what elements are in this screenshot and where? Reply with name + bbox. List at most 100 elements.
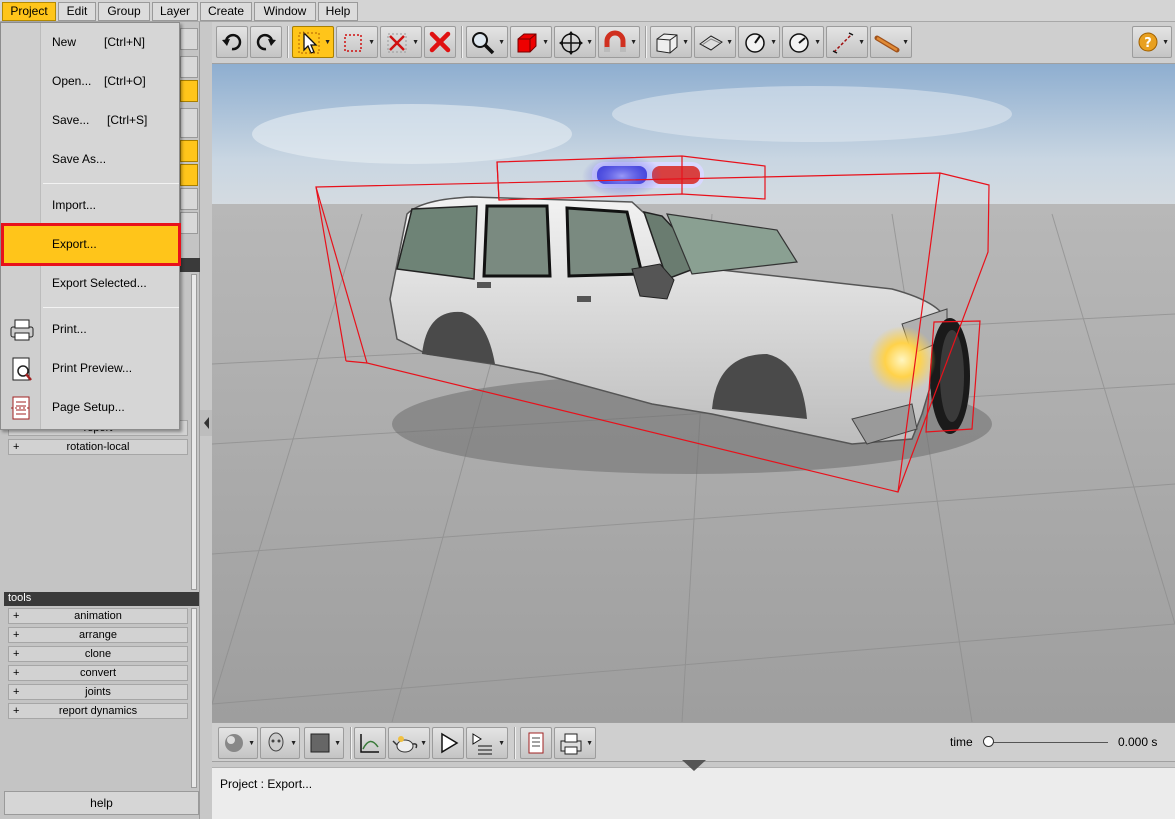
expand-icon: + — [13, 705, 20, 717]
menu-item-import[interactable]: Import... — [1, 186, 179, 225]
help-button[interactable]: help — [4, 791, 199, 815]
menu-item-label: Open... — [52, 74, 92, 88]
tool-clone[interactable]: + clone — [8, 646, 188, 662]
menu-separator — [43, 183, 179, 184]
angle-button[interactable]: ▼ — [738, 26, 780, 58]
graph-button[interactable] — [354, 727, 386, 759]
menu-item-export[interactable]: Export... — [1, 223, 181, 266]
menu-group[interactable]: Group — [98, 2, 150, 21]
print-button[interactable]: ▼ — [554, 727, 596, 759]
undo-icon — [222, 33, 242, 51]
panel-collapse-handle[interactable] — [200, 410, 212, 436]
menu-item-print-preview[interactable]: Print Preview... — [1, 349, 179, 388]
create-box-button[interactable]: ▼ — [510, 26, 552, 58]
measure-button[interactable]: ▼ — [826, 26, 868, 58]
move-tool-button[interactable]: ▼ — [554, 26, 596, 58]
select-tool-button[interactable]: ▼ — [292, 26, 334, 58]
zoom-button[interactable]: ▼ — [466, 26, 508, 58]
menu-item-open[interactable]: Open... [Ctrl+O] — [1, 62, 179, 101]
sphere-icon — [225, 734, 243, 752]
menu-item-new[interactable]: New [Ctrl+N] — [1, 23, 179, 62]
simulation-button[interactable]: ▼ — [388, 727, 430, 759]
panel-button-5[interactable] — [180, 140, 198, 162]
scene-canvas[interactable] — [212, 64, 1175, 722]
marquee-select-button[interactable]: ▼ — [336, 26, 378, 58]
head-icon — [268, 732, 284, 752]
panel-button-1[interactable] — [180, 28, 198, 50]
color-swatch-icon — [310, 733, 330, 753]
panel-button-3[interactable] — [180, 80, 198, 102]
gauge-icon — [789, 33, 809, 53]
menu-project[interactable]: Project — [2, 2, 56, 21]
panel-button-6[interactable] — [180, 164, 198, 186]
avatar-button[interactable]: ▼ — [260, 727, 300, 759]
undo-button[interactable] — [216, 26, 248, 58]
expand-icon: + — [13, 629, 20, 641]
tape-tool-button[interactable]: ▼ — [870, 26, 912, 58]
play-button[interactable] — [432, 727, 464, 759]
wire-cube-icon — [656, 33, 678, 54]
material-button[interactable]: ▼ — [218, 727, 258, 759]
svg-text:?: ? — [1144, 36, 1152, 51]
menu-create[interactable]: Create — [200, 2, 252, 21]
playlist-button[interactable]: ▼ — [466, 727, 508, 759]
delete-button[interactable] — [424, 26, 456, 58]
color-button[interactable]: ▼ — [304, 727, 344, 759]
menu-layer[interactable]: Layer — [152, 2, 198, 21]
time-slider-handle[interactable] — [982, 736, 994, 747]
play-icon — [441, 732, 459, 754]
delete-icon — [429, 31, 451, 53]
deselect-button[interactable]: ▼ — [380, 26, 422, 58]
move-icon — [559, 31, 583, 55]
tool-animation[interactable]: + animation — [8, 608, 188, 624]
help-menu-button[interactable]: ? ▼ — [1132, 26, 1172, 58]
redo-button[interactable] — [250, 26, 282, 58]
menu-item-export-selected[interactable]: Export Selected... — [1, 264, 179, 303]
3d-viewport[interactable] — [212, 64, 1175, 722]
menu-item-shortcut: [Ctrl+N] — [104, 35, 146, 49]
menu-edit[interactable]: Edit — [58, 2, 96, 21]
menu-item-label: Export... — [52, 237, 97, 251]
menu-item-label: Export Selected... — [52, 276, 147, 290]
panel-button-7[interactable] — [180, 188, 198, 210]
tool-convert[interactable]: + convert — [8, 665, 188, 681]
menu-item-page-setup[interactable]: Page Setup... — [1, 388, 179, 427]
plane-icon — [699, 35, 723, 51]
tree-scrollbar[interactable] — [191, 274, 197, 590]
cube-icon — [517, 33, 537, 53]
menu-item-label: Print Preview... — [52, 361, 133, 375]
menu-help[interactable]: Help — [318, 2, 358, 21]
panel-button-4[interactable] — [180, 108, 198, 138]
tool-label: animation — [74, 610, 122, 622]
menu-item-print[interactable]: Print... — [1, 310, 179, 349]
marquee-icon — [344, 34, 362, 52]
menu-item-save[interactable]: Save... [Ctrl+S] — [1, 101, 179, 140]
teapot-icon — [392, 736, 418, 753]
tree-item-rotation-local[interactable]: + rotation-local — [8, 439, 188, 455]
document-icon — [528, 732, 544, 754]
print-preview-icon — [12, 357, 32, 381]
plane-button[interactable]: ▼ — [694, 26, 736, 58]
view-box-button[interactable]: ▼ — [650, 26, 692, 58]
report-button[interactable] — [520, 727, 552, 759]
menu-item-label: Print... — [52, 322, 87, 336]
tool-report-dynamics[interactable]: + report dynamics — [8, 703, 188, 719]
tools-header: tools — [4, 592, 199, 606]
menu-item-label: Page Setup... — [52, 400, 125, 414]
play-list-icon — [472, 733, 492, 755]
tools-scrollbar[interactable] — [191, 608, 197, 788]
snap-button[interactable]: ▼ — [598, 26, 640, 58]
time-slider-track[interactable] — [988, 742, 1108, 743]
main-toolbar: ▼ ▼ ▼ ▼ ▼ ▼ ▼ ▼ ▼ ▼ ▼ ▼ ▼ ? ▼ — [212, 22, 1175, 64]
tool-joints[interactable]: + joints — [8, 684, 188, 700]
menu-window[interactable]: Window — [254, 2, 316, 21]
menu-item-save-as[interactable]: Save As... — [1, 140, 179, 179]
panel-button-8[interactable] — [180, 212, 198, 234]
panel-button-2[interactable] — [180, 56, 198, 78]
chevron-down-icon[interactable] — [682, 760, 706, 772]
tool-arrange[interactable]: + arrange — [8, 627, 188, 643]
rotation-button[interactable]: ▼ — [782, 26, 824, 58]
menu-item-label: Import... — [52, 198, 97, 212]
magnifier-icon — [472, 32, 495, 55]
chevron-left-icon — [204, 417, 209, 429]
